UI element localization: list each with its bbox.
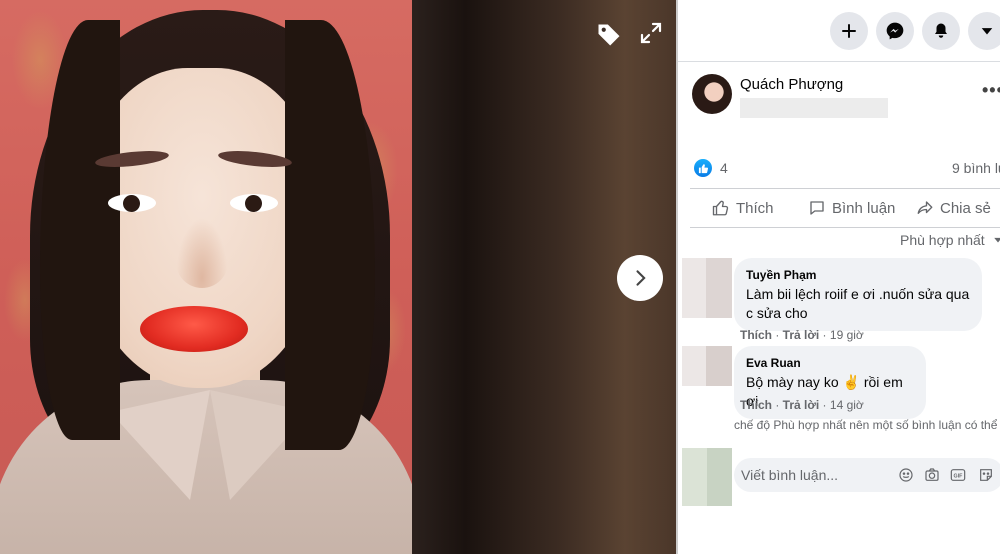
comment-sort-dropdown[interactable]: Phù hợp nhất [900,232,1000,248]
commenter-name[interactable]: Tuyền Phạm [746,266,970,285]
post-side-panel: Quách Phượng ••• 4 9 bình luận Thích Bìn… [678,0,1000,554]
bell-icon [935,23,947,38]
sort-notice: chế độ Phù hợp nhất nên một số bình luận… [734,418,1000,432]
comment-button[interactable]: Bình luận [808,189,895,227]
comment-composer[interactable]: Viết bình luận... GIF [734,458,1000,492]
like-button[interactable]: Thích [712,189,774,227]
notifications-button[interactable] [922,12,960,50]
comment-reply-link[interactable]: Trả lời [783,398,820,412]
plus-icon [842,24,856,38]
lips [140,306,248,352]
comment-time[interactable]: 14 giờ [830,398,864,412]
comment-label: Bình luận [832,199,896,217]
comment-meta: Thích · Trả lời · 14 giờ [740,398,864,412]
thumbs-up-icon [712,200,729,216]
avatar[interactable] [692,74,732,114]
next-photo-button[interactable] [617,255,663,301]
caret-down-icon [981,28,993,35]
expand-icon[interactable] [636,18,666,48]
reaction-count[interactable]: 4 [720,160,728,176]
comment-text: Làm bii lệch roiif e ơi .nuốn sửa qua c … [746,286,970,321]
author-name[interactable]: Quách Phượng [740,76,843,93]
my-avatar [682,448,732,506]
like-reaction-icon[interactable] [694,159,712,177]
more-options-button[interactable]: ••• [982,80,1000,101]
gif-label: GIF [954,473,964,479]
commenter-name[interactable]: Eva Ruan [746,354,914,373]
post-actions: Thích Bình luận Chia sẻ [690,188,1000,228]
messenger-button[interactable] [876,12,914,50]
top-bar [678,0,1000,62]
share-icon [917,201,933,214]
comment-bubble: Tuyền Phạm Làm bii lệch roiif e ơi .nuốn… [734,258,982,331]
post-author: Quách Phượng ••• [692,74,1000,118]
sort-label: Phù hợp nhất [900,232,985,248]
account-menu-button[interactable] [968,12,1000,50]
sticker-icon[interactable] [978,467,994,483]
chevron-right-icon [636,270,646,286]
nose [176,218,228,288]
smiley-icon[interactable] [898,467,914,483]
camera-icon[interactable] [924,467,940,483]
comment-count[interactable]: 9 bình luận [952,160,1000,176]
eye-right [230,194,278,212]
commenter-avatar[interactable] [682,346,732,386]
create-button[interactable] [830,12,868,50]
post-date-redacted [740,98,888,118]
tag-icon[interactable] [592,18,626,52]
like-label: Thích [736,199,774,217]
victory-hand-emoji: ✌ [842,374,860,390]
post-photo [0,0,412,554]
comment-input-placeholder: Viết bình luận... [741,467,839,483]
commenter-avatar[interactable] [682,258,732,318]
eye-left [108,194,156,212]
comment-reply-link[interactable]: Trả lời [783,328,820,342]
comment-time[interactable]: 19 giờ [830,328,864,342]
comment-like-link[interactable]: Thích [740,328,772,342]
caret-down-icon [993,237,1000,243]
gif-icon[interactable]: GIF [950,467,966,483]
comment-text: Bộ mày nay ko [746,374,839,390]
comment-icon [810,201,824,215]
reactions-row: 4 9 bình luận [694,158,1000,180]
share-button[interactable]: Chia sẻ [916,189,991,227]
messenger-icon [886,22,904,40]
photo-viewer [0,0,678,554]
share-label: Chia sẻ [940,199,991,217]
comment-meta: Thích · Trả lời · 19 giờ [740,328,864,342]
comment-like-link[interactable]: Thích [740,398,772,412]
